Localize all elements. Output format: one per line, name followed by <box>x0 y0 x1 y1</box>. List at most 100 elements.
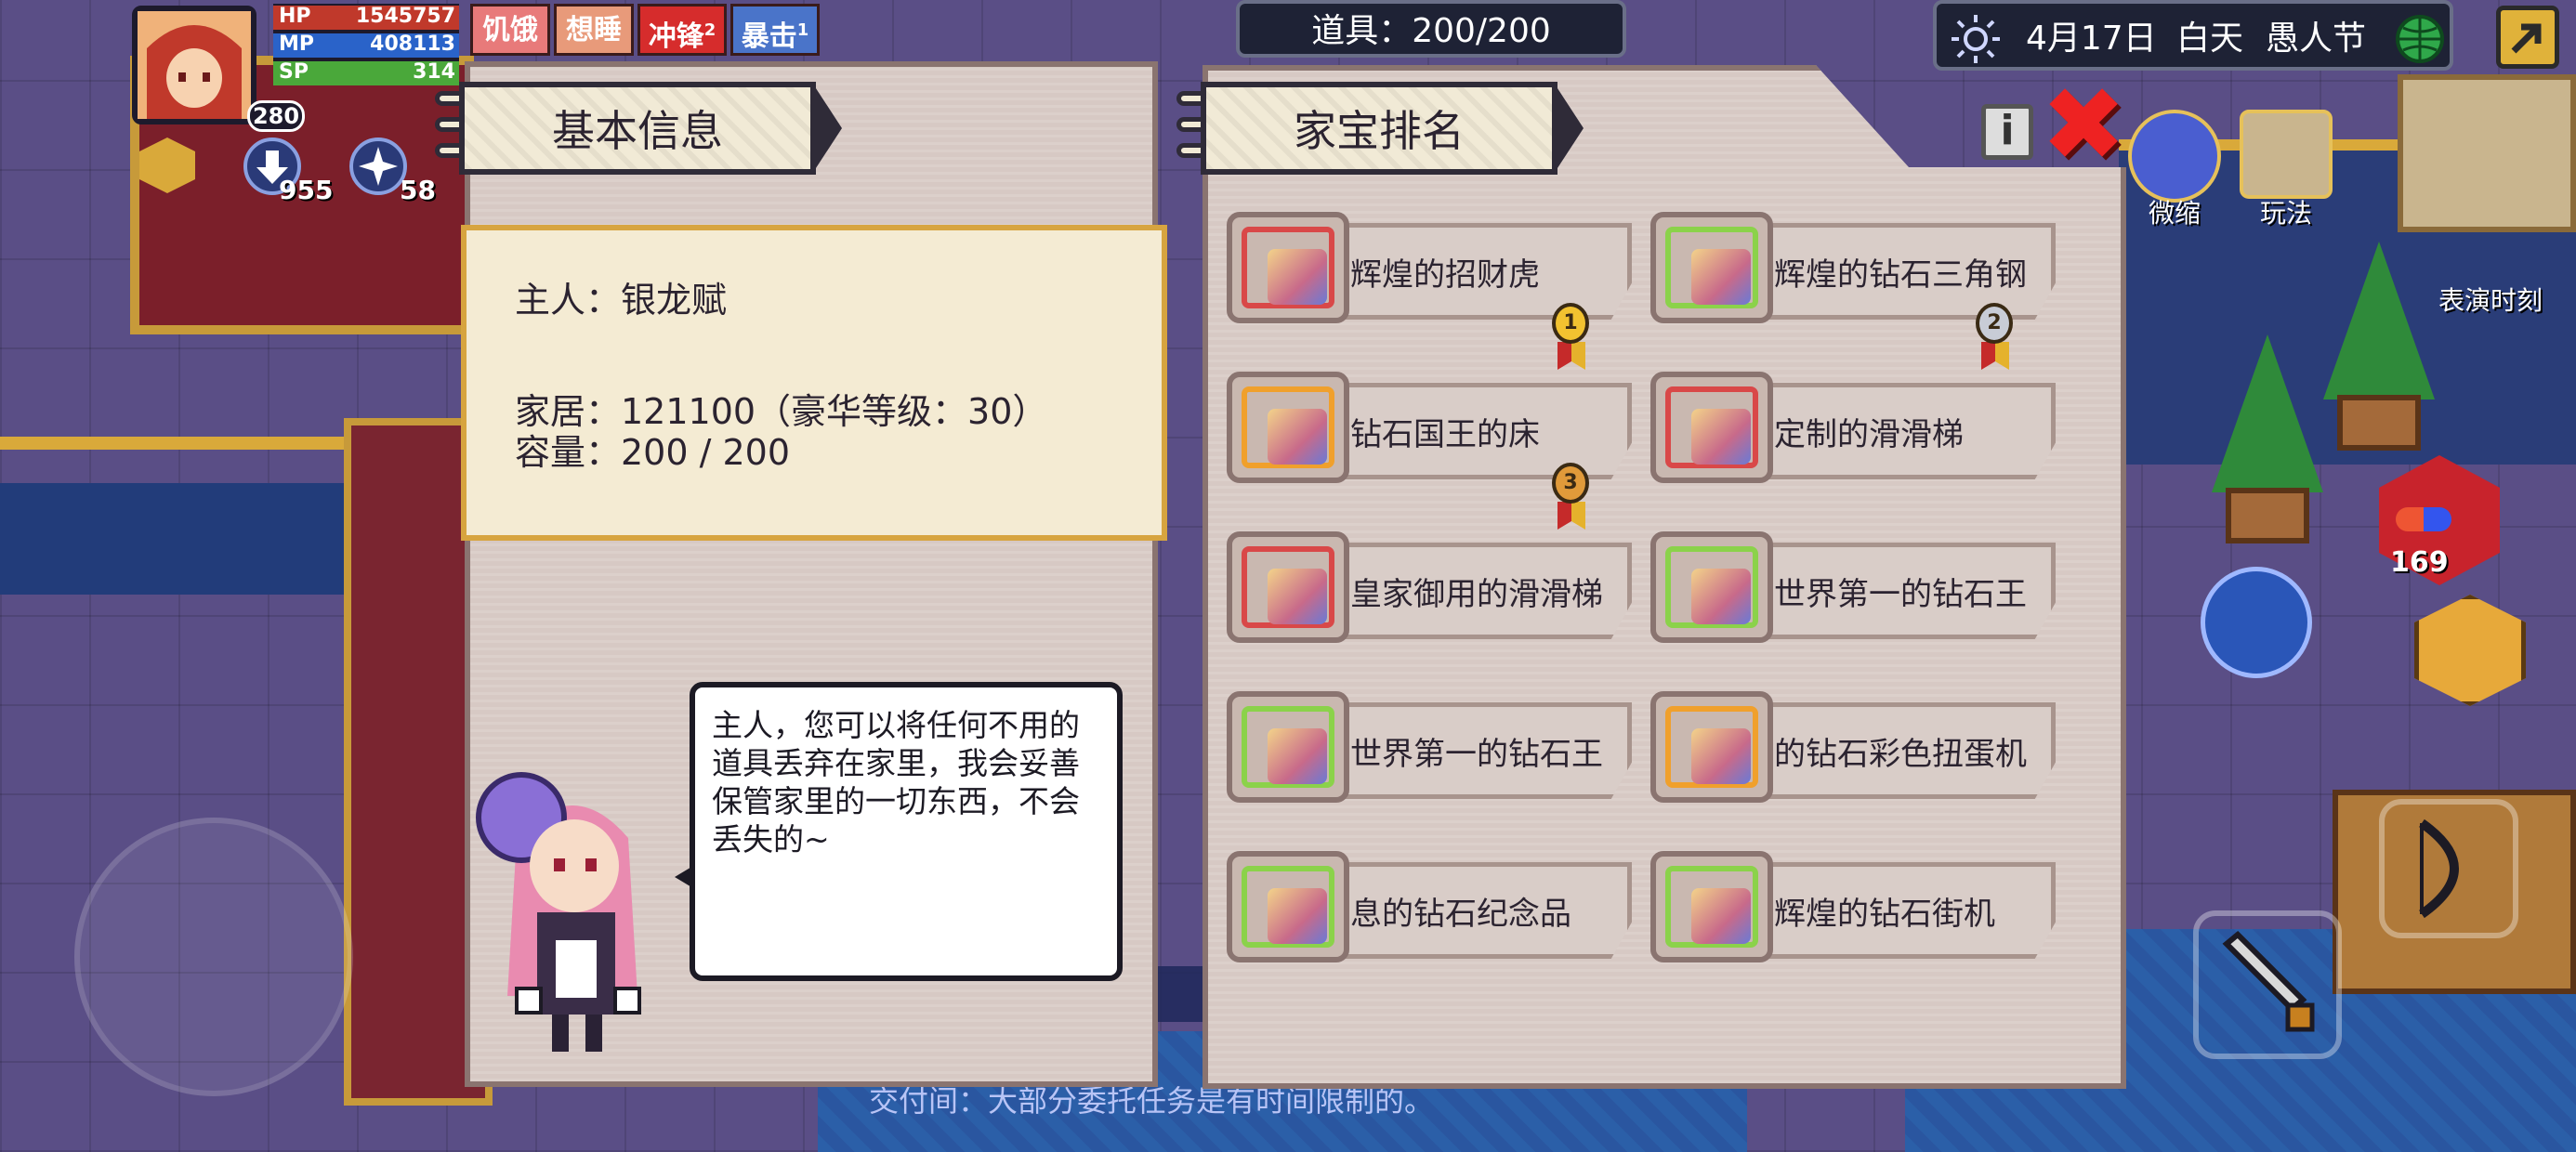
skill-button-1[interactable] <box>2201 567 2312 678</box>
treasure-name: 定制的滑滑梯 <box>1760 383 2056 479</box>
potted-plant-2 <box>2323 242 2435 399</box>
item-capacity-bar: 道具：200/200 <box>1236 0 1626 58</box>
status-charge-label: 冲锋 <box>648 20 704 53</box>
treasure-slot[interactable] <box>1227 372 1349 483</box>
treasure-item[interactable]: 钻石国王的床 3 <box>1227 372 1636 530</box>
slide-icon <box>1268 569 1327 624</box>
shrink-button[interactable] <box>2128 110 2221 203</box>
rank-number: 2 <box>1976 303 2013 344</box>
status-sleepy[interactable]: 想睡 <box>554 4 634 56</box>
treasure-slot[interactable] <box>1650 372 1773 483</box>
sword-icon <box>2222 930 2315 1032</box>
player-avatar[interactable] <box>132 6 256 124</box>
spark-icon[interactable] <box>349 137 407 195</box>
attack-button[interactable] <box>2193 910 2342 1059</box>
banner-arrow <box>814 85 842 171</box>
plant-pot-2 <box>2337 395 2421 451</box>
virtual-joystick[interactable] <box>74 818 353 1096</box>
status-hungry[interactable]: 饥饿 <box>470 4 550 56</box>
bow-icon <box>2419 818 2459 919</box>
rank-medal: 1 <box>1550 303 1591 377</box>
date-text: 4月17日 <box>2026 20 2157 58</box>
hp-value: 1545757 <box>355 5 455 28</box>
slot-frame <box>1665 227 1758 308</box>
status-crit-label: 暴击 <box>741 20 797 53</box>
hp-label: HP <box>279 5 311 28</box>
treasure-name: 世界第一的钻石王 <box>1760 543 2056 639</box>
status-crit[interactable]: 暴击1 <box>730 4 820 56</box>
treasure-name: 世界第一的钻石王 <box>1336 702 1632 799</box>
slot-frame <box>1242 546 1334 628</box>
bed-icon <box>1268 409 1327 465</box>
info-button[interactable]: i <box>1981 104 2033 160</box>
sp-label: SP <box>279 60 309 84</box>
slot-frame <box>1665 386 1758 468</box>
counter-a: 955 <box>279 175 334 205</box>
treasure-slot[interactable] <box>1227 851 1349 962</box>
sp-value: 314 <box>413 60 455 84</box>
treasure-slot[interactable] <box>1650 212 1773 323</box>
treasure-item[interactable]: 世界第一的钻石王 <box>1227 691 1636 812</box>
globe-icon[interactable] <box>2392 11 2448 67</box>
map-board <box>2398 74 2576 232</box>
slot-frame <box>1665 546 1758 628</box>
rank-number: 1 <box>1552 303 1589 344</box>
perform-time-label[interactable]: 表演时刻 <box>2407 281 2574 318</box>
treasure-name: 辉煌的钻石街机 <box>1760 862 2056 959</box>
treasure-item[interactable]: 的钻石彩色扭蛋机 <box>1650 691 2059 812</box>
souvenir-icon <box>1268 888 1327 944</box>
shrink-label: 微缩 <box>2148 198 2201 229</box>
treasure-item[interactable]: 定制的滑滑梯 <box>1650 372 2059 492</box>
maid-speech-bubble: 主人，您可以将任何不用的道具丢弃在家里，我会妥善保管家里的一切东西，不会丢失的~ <box>690 682 1123 981</box>
player-level-badge: 280 <box>247 100 305 132</box>
treasure-item[interactable]: 辉煌的钻石街机 <box>1650 851 2059 972</box>
player-portrait-icon <box>138 11 251 119</box>
treasure-slot[interactable] <box>1650 691 1773 803</box>
gacha-icon <box>1691 728 1751 784</box>
counter-b: 58 <box>400 175 436 205</box>
banner-arrow <box>1556 85 1584 171</box>
throne-icon <box>1268 728 1327 784</box>
treasure-ranking-title: 家宝排名 <box>1201 82 1557 175</box>
rank-number: 3 <box>1552 463 1589 504</box>
exit-arrow-icon <box>2511 23 2542 54</box>
slide-icon <box>1691 409 1751 465</box>
info-box: 主人：银龙赋 家居：121100（豪华等级：30） 容量：200 / 200 <box>461 225 1167 541</box>
treasure-slot[interactable] <box>1650 851 1773 962</box>
potted-plant <box>2212 334 2323 492</box>
bow-weapon-button[interactable] <box>2379 799 2518 938</box>
tiger-icon <box>1268 249 1327 305</box>
treasure-item[interactable]: 世界第一的钻石王 <box>1650 531 2059 652</box>
treasure-item[interactable]: 皇家御用的滑滑梯 <box>1227 531 1636 652</box>
status-charge-stack: 2 <box>703 20 716 40</box>
basic-info-panel: 主人：银龙赋 家居：121100（豪华等级：30） 容量：200 / 200 主… <box>461 61 1167 1087</box>
treasure-item[interactable]: 辉煌的钻石三角钢 2 <box>1650 212 2059 370</box>
festival-text: 愚人节 <box>2266 20 2367 58</box>
treasure-slot[interactable] <box>1227 691 1349 803</box>
slot-frame <box>1242 386 1334 468</box>
treasure-slot[interactable] <box>1227 212 1349 323</box>
guide-button[interactable] <box>2240 110 2333 199</box>
rank-medal: 2 <box>1974 303 2015 377</box>
slot-frame <box>1242 227 1334 308</box>
status-charge[interactable]: 冲锋2 <box>637 4 727 56</box>
treasure-slot[interactable] <box>1650 531 1773 643</box>
daytime-text: 白天 <box>2176 20 2244 58</box>
owner-text: 主人：银龙赋 <box>515 280 728 321</box>
mp-value: 408113 <box>370 33 455 56</box>
medal-ribbon-icon <box>1557 502 1585 530</box>
maid-character-icon <box>476 772 641 1052</box>
close-button[interactable]: ✖ <box>2041 73 2126 176</box>
piano-icon <box>1691 249 1751 305</box>
treasure-name: 的钻石彩色扭蛋机 <box>1760 702 2056 799</box>
basic-info-title: 基本信息 <box>459 82 816 175</box>
treasure-slot[interactable] <box>1227 531 1349 643</box>
mp-label: MP <box>279 33 315 56</box>
medal-ribbon-icon <box>1557 342 1585 370</box>
treasure-item[interactable]: 息的钻石纪念品 <box>1227 851 1636 972</box>
speech-bubble-tail <box>675 866 693 888</box>
treasure-item[interactable]: 辉煌的招财虎 1 <box>1227 212 1636 370</box>
potion-count: 169 <box>2390 546 2449 579</box>
arcade-icon <box>1691 888 1751 944</box>
exit-map-button[interactable] <box>2496 6 2559 69</box>
